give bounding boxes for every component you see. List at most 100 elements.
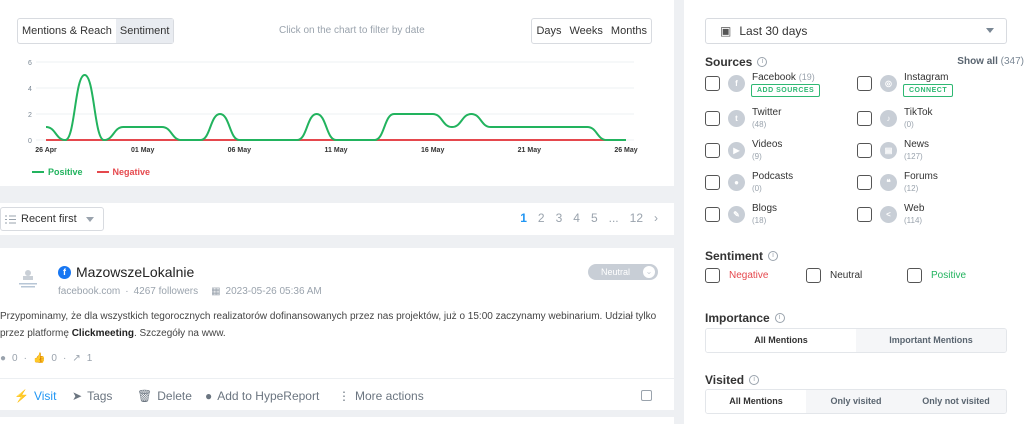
info-icon[interactable]: i xyxy=(774,313,785,323)
legend-negative[interactable]: Negative xyxy=(96,167,150,177)
source-forums[interactable]: ❝ Forums (12) xyxy=(857,171,1007,203)
more-actions-button[interactable]: ⋮ More actions xyxy=(338,389,424,403)
more-actions-label: More actions xyxy=(355,389,424,403)
source-checkbox[interactable] xyxy=(705,143,720,158)
source-name: Instagram xyxy=(904,72,948,83)
sort-bar: Recent first 1 2 3 4 5 ... 12 › xyxy=(0,203,674,235)
bolt-icon: ⚡ xyxy=(14,389,29,403)
tab-months[interactable]: Months xyxy=(607,19,651,43)
tab-weeks[interactable]: Weeks xyxy=(566,19,607,43)
mention-title[interactable]: f MazowszeLokalnie xyxy=(58,264,322,280)
info-icon[interactable]: i xyxy=(768,251,779,261)
sentiment-title-label: Sentiment xyxy=(705,249,764,263)
source-checkbox[interactable] xyxy=(857,76,872,91)
podcast-icon: ● xyxy=(728,174,745,191)
source-podcasts[interactable]: ● Podcasts (0) xyxy=(705,171,855,203)
sentiment-neutral[interactable]: Neutral xyxy=(806,268,862,283)
tab-only-not-visited[interactable]: Only not visited xyxy=(906,390,1006,413)
page-4[interactable]: 4 xyxy=(573,211,580,225)
source-checkbox[interactable] xyxy=(705,175,720,190)
source-checkbox[interactable] xyxy=(705,111,720,126)
tab-all-mentions[interactable]: All Mentions xyxy=(706,329,856,352)
sentiment-neutral-checkbox[interactable] xyxy=(806,268,821,283)
sentiment-badge[interactable]: Neutral ⌄ xyxy=(588,264,658,280)
stat-separator: · xyxy=(23,353,27,364)
source-instagram[interactable]: ◎ Instagram CONNECT xyxy=(857,72,1007,104)
next-mention-card xyxy=(0,417,674,424)
tab-only-visited[interactable]: Only visited xyxy=(806,390,906,413)
date-range-select[interactable]: ▣ Last 30 days xyxy=(705,18,1007,44)
source-checkbox[interactable] xyxy=(705,207,720,222)
show-all-count: (347) xyxy=(1000,56,1024,67)
info-icon[interactable]: i xyxy=(749,375,760,385)
source-web[interactable]: < Web (114) xyxy=(857,203,1007,235)
delete-button[interactable]: 🗑 Delete xyxy=(137,389,192,403)
chart-period-tabs: Days Weeks Months xyxy=(531,18,652,44)
source-news[interactable]: ▤ News (127) xyxy=(857,139,1007,171)
source-checkbox[interactable] xyxy=(705,76,720,91)
add-sources-button[interactable]: ADD SOURCES xyxy=(751,84,821,97)
y-tick-label: 6 xyxy=(28,60,32,67)
source-facebook[interactable]: f Facebook (19) ADD SOURCES xyxy=(705,72,855,104)
tab-days[interactable]: Days xyxy=(532,19,565,43)
sentiment-badge-label: Neutral xyxy=(601,267,631,277)
source-twitter[interactable]: t Twitter (48) xyxy=(705,107,855,139)
sentiment-chart[interactable]: 0 2 4 6 26 Apr 01 May 06 May 11 May 16 May 21 May… xyxy=(0,52,674,164)
web-icon: < xyxy=(880,206,897,223)
sentiment-positive[interactable]: Positive xyxy=(907,268,966,283)
legend-negative-swatch xyxy=(96,171,109,173)
tab-visited-all[interactable]: All Mentions xyxy=(706,390,806,413)
calendar-icon: ▣ xyxy=(720,24,732,38)
sentiment-negative-checkbox[interactable] xyxy=(705,268,720,283)
tab-sentiment[interactable]: Sentiment xyxy=(115,19,174,43)
source-checkbox[interactable] xyxy=(857,175,872,190)
facebook-icon: f xyxy=(728,75,745,92)
page-1[interactable]: 1 xyxy=(520,211,527,225)
page-2[interactable]: 2 xyxy=(538,211,545,225)
show-all-link[interactable]: Show all (347) xyxy=(957,56,1024,67)
importance-tabs: All Mentions Important Mentions xyxy=(705,328,1007,353)
page-3[interactable]: 3 xyxy=(556,211,563,225)
next-page-icon[interactable]: › xyxy=(654,211,658,225)
news-icon: ▤ xyxy=(880,142,897,159)
source-videos[interactable]: ▶ Videos (9) xyxy=(705,139,855,171)
y-tick-label: 4 xyxy=(28,86,32,93)
source-tiktok[interactable]: ♪ TikTok (0) xyxy=(857,107,1007,139)
sort-select[interactable]: Recent first xyxy=(0,207,104,231)
connect-button[interactable]: CONNECT xyxy=(903,84,954,97)
likes-count: 0 xyxy=(51,353,57,364)
meta-separator: · xyxy=(125,286,129,297)
source-name: Facebook (19) xyxy=(752,72,815,83)
source-label: Facebook xyxy=(752,72,796,83)
sentiment-negative-label: Negative xyxy=(729,270,769,281)
sort-icon xyxy=(5,215,16,223)
page-5[interactable]: 5 xyxy=(591,211,598,225)
mention-domain[interactable]: facebook.com xyxy=(58,286,120,297)
chart-hint: Click on the chart to filter by date xyxy=(279,25,425,36)
source-label: Instagram xyxy=(904,72,949,83)
sentiment-positive-checkbox[interactable] xyxy=(907,268,922,283)
tab-mentions-reach[interactable]: Mentions & Reach xyxy=(18,19,116,43)
source-label: Twitter xyxy=(752,107,782,118)
source-checkbox[interactable] xyxy=(857,143,872,158)
add-to-hypereport-button[interactable]: ● Add to HypeReport xyxy=(205,389,319,403)
visit-button[interactable]: ⚡ Visit xyxy=(14,389,56,403)
tags-button[interactable]: ➤ Tags xyxy=(72,389,112,403)
source-blogs[interactable]: ✎ Blogs (18) xyxy=(705,203,855,235)
mention-author[interactable]: MazowszeLokalnie xyxy=(76,264,194,280)
caret-down-icon xyxy=(986,28,994,33)
source-checkbox[interactable] xyxy=(857,207,872,222)
source-count: (19) xyxy=(798,72,815,82)
caret-down-icon xyxy=(85,216,94,222)
series-line-positive[interactable] xyxy=(45,73,626,142)
tab-important-mentions[interactable]: Important Mentions xyxy=(856,329,1006,352)
sentiment-negative[interactable]: Negative xyxy=(705,268,768,283)
page-12[interactable]: 12 xyxy=(630,211,643,225)
source-checkbox[interactable] xyxy=(857,111,872,126)
visited-title-label: Visited xyxy=(705,373,745,387)
mention-select-checkbox[interactable] xyxy=(641,390,652,401)
sentiment-title: Sentiment i xyxy=(705,249,779,263)
info-icon[interactable]: i xyxy=(757,57,768,67)
instagram-icon: ◎ xyxy=(880,75,897,92)
legend-positive[interactable]: Positive xyxy=(32,167,83,177)
